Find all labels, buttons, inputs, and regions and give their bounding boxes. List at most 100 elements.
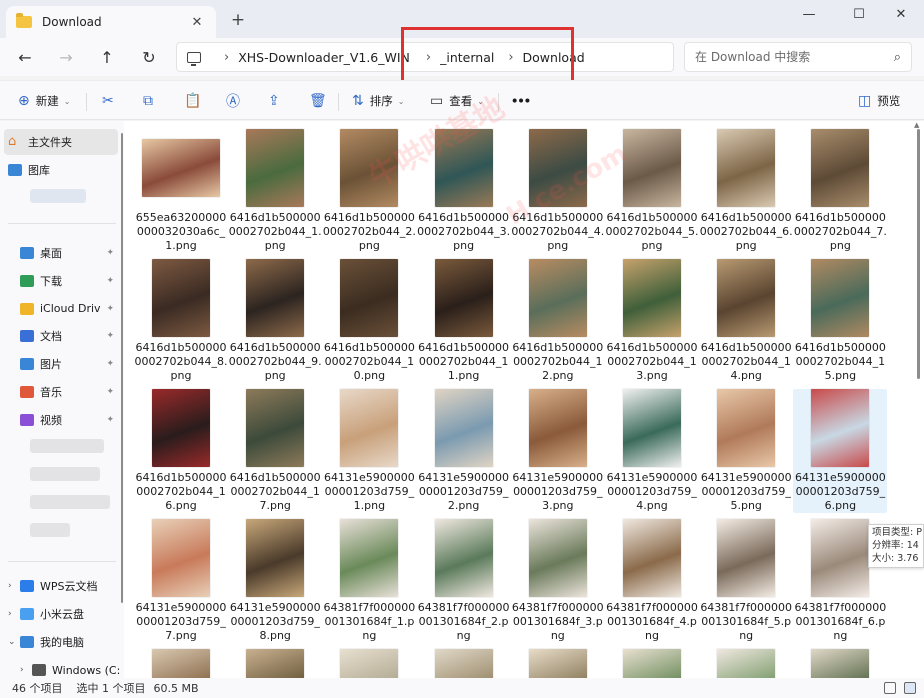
- file-item[interactable]: 6416d1b5000000002702b044_2.png: [322, 129, 416, 253]
- image-thumbnail[interactable]: [246, 519, 305, 597]
- file-item[interactable]: 6416d1b5000000002702b044_11.png: [417, 259, 511, 383]
- thumbnails-view-icon[interactable]: [904, 682, 916, 694]
- file-item[interactable]: 6416d1b5000000002702b044_4.png: [511, 129, 605, 253]
- file-item[interactable]: 6416d1b5000000002702b044_12.png: [511, 259, 605, 383]
- file-item[interactable]: 64381f7f000000001301684f_5.png: [699, 519, 793, 643]
- sidebar-item-quick-access[interactable]: 图片 ✦: [4, 351, 118, 377]
- chevron-icon[interactable]: ›: [8, 581, 20, 591]
- sidebar-item-quick-access[interactable]: iCloud Driv ✦: [4, 296, 118, 322]
- image-thumbnail[interactable]: [152, 649, 210, 678]
- file-item[interactable]: 6416d1b5000000002702b044_14.png: [699, 259, 793, 383]
- file-item[interactable]: 6416d1b5000000002702b044_15.png: [793, 259, 887, 383]
- image-thumbnail[interactable]: [623, 389, 681, 467]
- image-thumbnail[interactable]: [434, 129, 493, 207]
- copy-button[interactable]: ⧉: [143, 89, 153, 113]
- pin-icon[interactable]: ✦: [106, 304, 114, 314]
- sidebar-item-gallery[interactable]: 图库: [4, 157, 118, 183]
- pin-icon[interactable]: ✦: [106, 387, 114, 397]
- file-item[interactable]: 64131e590000000001203d759_1.png: [322, 389, 416, 513]
- sidebar-item-quick-access[interactable]: 音乐 ✦: [4, 379, 118, 405]
- scroll-up-icon[interactable]: ▲: [914, 121, 919, 129]
- file-item[interactable]: 6416d1b5000000002702b044_17.png: [228, 389, 322, 513]
- preview-pane-button[interactable]: ◫ 预览: [858, 89, 900, 113]
- tab-close-button[interactable]: ✕: [188, 15, 206, 30]
- file-item[interactable]: 6416d1b5000000002702b044_8.png: [134, 259, 228, 383]
- image-thumbnail[interactable]: [528, 649, 587, 678]
- image-thumbnail[interactable]: [246, 129, 305, 207]
- share-button[interactable]: ⇪: [268, 89, 280, 113]
- image-thumbnail[interactable]: [528, 259, 587, 337]
- file-item[interactable]: 6416d1b5000000002702b044_7.png: [793, 129, 887, 253]
- image-thumbnail[interactable]: [142, 139, 220, 197]
- refresh-button[interactable]: ↻: [136, 45, 162, 69]
- file-item[interactable]: 64131e590000000001203d759_7.png: [134, 519, 228, 643]
- sidebar-item-quick-access[interactable]: 桌面 ✦: [4, 240, 118, 266]
- file-item[interactable]: 6416d1b5000000002702b044_3.png: [417, 129, 511, 253]
- search-box[interactable]: ⌕: [684, 42, 912, 72]
- image-thumbnail[interactable]: [717, 259, 776, 337]
- image-thumbnail[interactable]: [340, 519, 399, 597]
- sidebar-item-quick-access[interactable]: 下载 ✦: [4, 268, 118, 294]
- image-thumbnail[interactable]: [623, 649, 681, 678]
- rename-button[interactable]: Ⓐ: [226, 89, 240, 113]
- file-item[interactable]: [228, 649, 322, 678]
- file-item[interactable]: 6416d1b5000000002702b044_10.png: [322, 259, 416, 383]
- content-scrollbar[interactable]: ▲: [912, 121, 924, 678]
- file-item[interactable]: 64381f7f000000001301684f_1.png: [322, 519, 416, 643]
- file-item[interactable]: 6416d1b5000000002702b044_6.png: [699, 129, 793, 253]
- image-thumbnail[interactable]: [434, 649, 493, 678]
- image-thumbnail[interactable]: [811, 259, 870, 337]
- file-item[interactable]: 64131e590000000001203d759_6.png: [793, 389, 888, 513]
- image-thumbnail[interactable]: [340, 389, 399, 467]
- file-item[interactable]: 64381f7f000000001301684f_3.png: [511, 519, 605, 643]
- tab-download[interactable]: Download ✕: [6, 6, 216, 38]
- chevron-right-icon[interactable]: ›: [224, 50, 229, 65]
- scrollbar-thumb[interactable]: [917, 129, 920, 379]
- file-item[interactable]: 64381f7f000000001301684f_2.png: [417, 519, 511, 643]
- file-item[interactable]: 6416d1b5000000002702b044_13.png: [605, 259, 699, 383]
- image-thumbnail[interactable]: [340, 129, 399, 207]
- file-item[interactable]: [511, 649, 605, 678]
- file-item[interactable]: 64131e590000000001203d759_8.png: [228, 519, 322, 643]
- details-view-icon[interactable]: [884, 682, 896, 694]
- image-thumbnail[interactable]: [246, 389, 305, 467]
- file-item[interactable]: [322, 649, 416, 678]
- image-thumbnail[interactable]: [717, 649, 776, 678]
- image-thumbnail[interactable]: [434, 519, 493, 597]
- delete-button[interactable]: 🗑: [309, 89, 327, 113]
- new-tab-button[interactable]: +: [228, 10, 248, 30]
- image-thumbnail[interactable]: [623, 519, 681, 597]
- sidebar-item-quick-access[interactable]: 文档 ✦: [4, 323, 118, 349]
- image-thumbnail[interactable]: [717, 389, 776, 467]
- pin-icon[interactable]: ✦: [106, 415, 114, 425]
- image-thumbnail[interactable]: [717, 519, 776, 597]
- sidebar-item-drive[interactable]: ⌄ 我的电脑: [4, 629, 118, 655]
- pin-icon[interactable]: ✦: [106, 331, 114, 341]
- new-button[interactable]: ⊕ 新建 ⌄: [18, 89, 70, 113]
- file-item[interactable]: 6416d1b5000000002702b044_5.png: [605, 129, 699, 253]
- image-thumbnail[interactable]: [434, 259, 493, 337]
- chevron-icon[interactable]: ›: [8, 609, 20, 619]
- image-thumbnail[interactable]: [340, 649, 399, 678]
- search-icon[interactable]: ⌕: [894, 50, 901, 65]
- sidebar-item-drive[interactable]: › Windows (C:: [16, 657, 124, 678]
- file-item[interactable]: 64381f7f000000001301684f_4.png: [605, 519, 699, 643]
- pin-icon[interactable]: ✦: [106, 248, 114, 258]
- image-thumbnail[interactable]: [528, 389, 587, 467]
- sort-button[interactable]: ⇅ 排序 ⌄: [352, 89, 404, 113]
- search-input[interactable]: [695, 50, 894, 64]
- forward-button[interactable]: →: [53, 45, 79, 69]
- view-button[interactable]: ▭ 查看 ⌄: [430, 89, 484, 113]
- image-thumbnail[interactable]: [811, 649, 870, 678]
- image-thumbnail[interactable]: [623, 129, 681, 207]
- image-thumbnail[interactable]: [340, 259, 399, 337]
- minimize-button[interactable]: —: [786, 0, 832, 28]
- sidebar-item-drive[interactable]: › WPS云文档: [4, 573, 118, 599]
- chevron-icon[interactable]: ⌄: [8, 637, 20, 647]
- sidebar-item-quick-access[interactable]: 视频 ✦: [4, 407, 118, 433]
- file-item[interactable]: 655ea63200000000032030a6c_1.png: [134, 129, 228, 253]
- chevron-icon[interactable]: ›: [20, 665, 32, 675]
- file-item[interactable]: 64131e590000000001203d759_2.png: [417, 389, 511, 513]
- maximize-button[interactable]: ☐: [836, 0, 882, 28]
- scrollbar-thumb[interactable]: [121, 133, 123, 603]
